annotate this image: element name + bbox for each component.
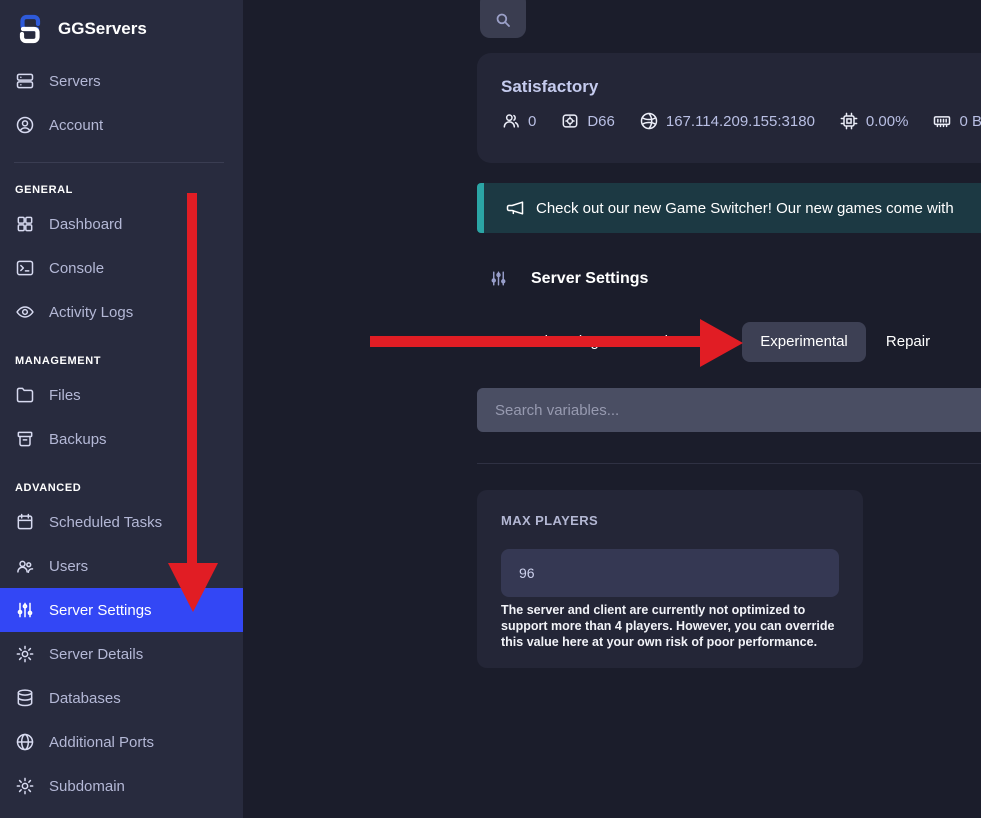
sidebar-item-label: Additional Ports xyxy=(49,734,154,751)
sidebar-item-label: Backups xyxy=(49,431,107,448)
sidebar-item-label: Files xyxy=(49,387,81,404)
sidebar-item-label: Databases xyxy=(49,690,121,707)
globe-icon xyxy=(639,111,659,131)
sidebar-section-advanced: ADVANCED xyxy=(0,480,243,496)
tab-repair[interactable]: Repair xyxy=(866,322,950,362)
stat-node: D66 xyxy=(560,111,615,131)
stat-cpu: 0.00% xyxy=(839,111,909,131)
sidebar-item-additional-ports[interactable]: Additional Ports xyxy=(0,720,243,764)
sidebar-item-label: Servers xyxy=(49,73,101,90)
sidebar-item-backups[interactable]: Backups xyxy=(0,417,243,461)
sidebar-item-files[interactable]: Files xyxy=(0,373,243,417)
annotation-arrow-horizontal-head xyxy=(700,319,743,367)
folder-icon xyxy=(15,385,35,405)
sidebar-item-account[interactable]: Account xyxy=(0,103,243,147)
stat-memory: 0 Bytes xyxy=(932,111,981,131)
annotation-arrow-horizontal-line xyxy=(370,336,700,347)
content-divider xyxy=(477,463,981,464)
gear-icon xyxy=(15,644,35,664)
sidebar-item-servers[interactable]: Servers xyxy=(0,59,243,103)
search-button[interactable] xyxy=(480,0,526,38)
players-icon xyxy=(501,111,521,131)
sidebar-item-label: Dashboard xyxy=(49,216,122,233)
sidebar-item-label: Server Details xyxy=(49,646,143,663)
sidebar-section-general: GENERAL xyxy=(0,182,243,198)
users-icon xyxy=(15,556,35,576)
max-players-help-text: The server and client are currently not … xyxy=(501,602,843,650)
sidebar-item-label: Subdomain xyxy=(49,778,125,795)
megaphone-icon xyxy=(505,198,525,218)
stat-value: 0.00% xyxy=(866,113,909,130)
sidebar-item-label: Account xyxy=(49,117,103,134)
max-players-input[interactable] xyxy=(501,549,839,597)
cpu-icon xyxy=(839,111,859,131)
memory-icon xyxy=(932,111,952,131)
account-icon xyxy=(15,115,35,135)
sidebar-section-management: MANAGEMENT xyxy=(0,353,243,369)
sidebar-item-label: Users xyxy=(49,558,88,575)
sidebar-item-dashboard[interactable]: Dashboard xyxy=(0,202,243,246)
sidebar-item-console[interactable]: Console xyxy=(0,246,243,290)
magnifier-icon xyxy=(494,11,512,29)
gg-logo-icon xyxy=(14,13,46,45)
annotation-arrow-vertical-line xyxy=(187,193,197,563)
banner-text: Check out our new Game Switcher! Our new… xyxy=(536,200,954,217)
archive-icon xyxy=(15,429,35,449)
sliders-icon xyxy=(15,600,35,620)
console-icon xyxy=(15,258,35,278)
brand: GGServers xyxy=(0,0,243,46)
max-players-card: MAX PLAYERS The server and client are cu… xyxy=(477,490,863,668)
stat-value: D66 xyxy=(587,113,615,130)
sidebar-divider xyxy=(14,162,224,163)
sidebar-item-subdomain[interactable]: Subdomain xyxy=(0,764,243,808)
stat-value: 167.114.209.155:3180 xyxy=(666,113,815,130)
tab-experimental[interactable]: Experimental xyxy=(742,322,866,362)
sidebar-item-activity-logs[interactable]: Activity Logs xyxy=(0,290,243,334)
sidebar: GGServers Servers Account xyxy=(0,0,243,818)
app-window: GGServers Servers Account xyxy=(0,0,981,818)
sidebar-item-label: Activity Logs xyxy=(49,304,133,321)
stat-address: 167.114.209.155:3180 xyxy=(639,111,815,131)
globe-icon xyxy=(15,732,35,752)
variables-search-input[interactable] xyxy=(477,388,981,432)
page-title: Server Settings xyxy=(489,269,648,288)
gear-icon xyxy=(15,776,35,796)
calendar-icon xyxy=(15,512,35,532)
sidebar-item-server-details[interactable]: Server Details xyxy=(0,632,243,676)
sliders-icon xyxy=(489,269,508,288)
servers-icon xyxy=(15,71,35,91)
server-stats: 0 D66 167.114.209.155:3180 xyxy=(501,111,981,131)
server-summary-card: Satisfactory 0 D66 xyxy=(477,53,981,163)
dashboard-icon xyxy=(15,214,35,234)
stat-players: 0 xyxy=(501,111,536,131)
brand-name: GGServers xyxy=(58,19,147,39)
database-icon xyxy=(15,688,35,708)
stat-value: 0 Bytes xyxy=(959,113,981,130)
sidebar-item-scheduled-tasks[interactable]: Scheduled Tasks xyxy=(0,500,243,544)
machine-icon xyxy=(560,111,580,131)
server-name: Satisfactory xyxy=(501,77,598,97)
stat-value: 0 xyxy=(528,113,536,130)
page-title-text: Server Settings xyxy=(531,270,648,288)
sidebar-item-label: Server Settings xyxy=(49,602,152,619)
eye-icon xyxy=(15,302,35,322)
annotation-arrow-vertical-head xyxy=(168,563,218,612)
sidebar-item-label: Scheduled Tasks xyxy=(49,514,162,531)
announcement-banner: Check out our new Game Switcher! Our new… xyxy=(477,183,981,233)
sidebar-item-label: Console xyxy=(49,260,104,277)
sidebar-item-databases[interactable]: Databases xyxy=(0,676,243,720)
max-players-label: MAX PLAYERS xyxy=(501,513,598,528)
